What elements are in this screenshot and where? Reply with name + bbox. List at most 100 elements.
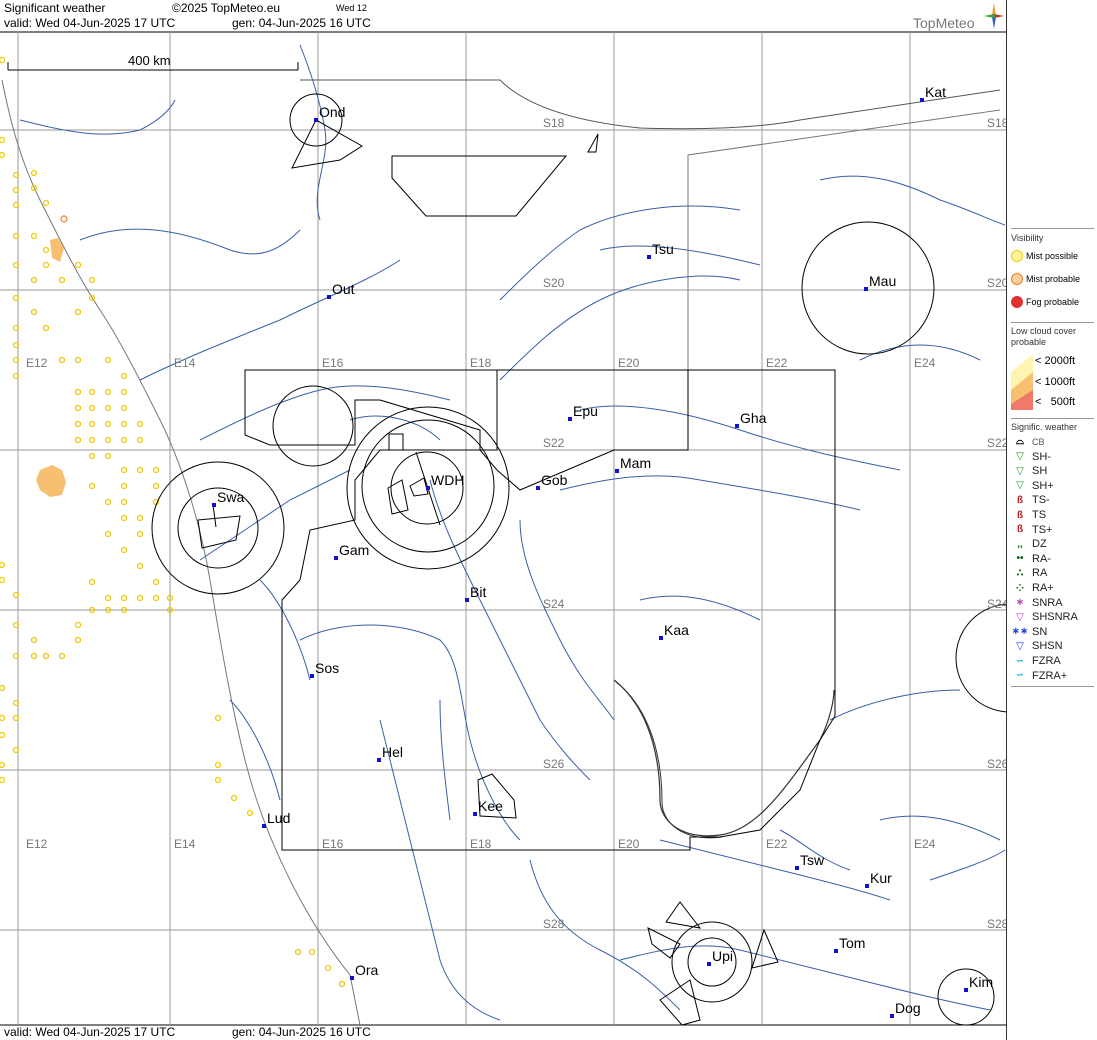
day-label: Wed 12 — [336, 3, 367, 13]
ts-icon: ß — [1016, 509, 1024, 521]
place-label: Swa — [217, 489, 244, 505]
place-marker-icon — [568, 417, 572, 421]
place-marker-icon — [327, 295, 331, 299]
mist-probable-label: Mist probable — [1026, 274, 1081, 284]
lc-500-label: < 500ft — [1035, 396, 1076, 408]
place-marker-icon — [795, 866, 799, 870]
place-kee[interactable]: Kee — [473, 798, 503, 816]
legend-panel: Visibility Mist possible Mist probable F… — [1006, 0, 1097, 1040]
place-marker-icon — [334, 556, 338, 560]
shsn-icon: ▽ — [1016, 640, 1024, 652]
legend-dz: ,, DZ — [1011, 538, 1046, 550]
legend-sh-minus: ▽ SH- — [1011, 451, 1051, 463]
place-label: Ora — [355, 962, 379, 978]
place-label: WDH — [431, 472, 464, 488]
place-label: Gha — [740, 410, 767, 426]
place-label: Bit — [470, 584, 486, 600]
place-kur[interactable]: Kur — [865, 870, 892, 888]
legend-label: SNRA — [1032, 596, 1063, 609]
legend-label: RA- — [1032, 552, 1051, 565]
lat-label: S28 — [987, 917, 1006, 931]
lon-label: E16 — [322, 356, 344, 370]
place-ora[interactable]: Ora — [350, 962, 379, 980]
place-label: Kat — [925, 84, 946, 100]
place-marker-icon — [864, 287, 868, 291]
place-marker-icon — [707, 962, 711, 966]
place-marker-icon — [473, 812, 477, 816]
lon-label: E24 — [914, 356, 936, 370]
place-label: Tom — [839, 935, 865, 951]
place-label: Kaa — [664, 622, 689, 638]
place-tsw[interactable]: Tsw — [795, 852, 825, 870]
legend-fog-probable: Fog probable — [1011, 296, 1079, 308]
place-kim[interactable]: Kim — [964, 974, 993, 992]
place-marker-icon — [920, 98, 924, 102]
place-marker-icon — [536, 486, 540, 490]
lon-label: E22 — [766, 837, 788, 851]
legend-label: RA+ — [1032, 582, 1054, 594]
place-marker-icon — [964, 988, 968, 992]
low-cloud-title: Low cloud cover probable — [1011, 326, 1077, 347]
lon-label: E14 — [174, 837, 196, 851]
lon-label: E16 — [322, 837, 344, 851]
place-kaa[interactable]: Kaa — [659, 622, 689, 640]
fzra-icon: ∽ — [1015, 655, 1025, 667]
place-marker-icon — [865, 884, 869, 888]
cb-icon: ⌓ — [1016, 436, 1024, 447]
place-marker-icon — [834, 949, 838, 953]
lc-1000-label: < 1000ft — [1035, 376, 1076, 388]
place-marker-icon — [890, 1014, 894, 1018]
place-ond[interactable]: Ond — [314, 104, 345, 122]
place-marker-icon — [465, 598, 469, 602]
legend-ts: ß TS — [1011, 509, 1046, 521]
place-mau[interactable]: Mau — [864, 273, 896, 291]
lat-label: S18 — [987, 116, 1006, 130]
place-gha[interactable]: Gha — [735, 410, 767, 428]
lat-label: S20 — [543, 276, 565, 290]
lon-label: E12 — [26, 356, 48, 370]
place-marker-icon — [262, 824, 266, 828]
legend-sn: ∗∗ SN — [1011, 626, 1048, 638]
legend-mist-probable: Mist probable — [1011, 273, 1080, 285]
weather-map[interactable]: 400 km E12 E14 E16 E18 E20 E22 E24 E12 E… — [0, 0, 1006, 1040]
place-marker-icon — [647, 255, 651, 259]
place-marker-icon — [377, 758, 381, 762]
ra-icon: ∴ — [1016, 567, 1024, 579]
sigwx-title: Signific. weather — [1011, 422, 1078, 432]
legend-label: FZRA+ — [1032, 669, 1068, 682]
place-gam[interactable]: Gam — [334, 542, 369, 560]
ra-plus-icon: ⁘ — [1015, 582, 1025, 594]
legend-ts-minus: ß TS- — [1011, 494, 1050, 506]
shsnra-icon: ▽ — [1016, 611, 1024, 623]
place-marker-icon — [615, 469, 619, 473]
place-swa[interactable]: Swa — [212, 489, 244, 507]
place-tsu[interactable]: Tsu — [647, 241, 674, 259]
ts-plus-icon: ß — [1016, 524, 1024, 536]
lon-label: E20 — [618, 837, 640, 851]
place-sos[interactable]: Sos — [310, 660, 339, 678]
place-label: Mau — [869, 273, 896, 289]
lc-2000-label: < 2000ft — [1035, 355, 1076, 367]
legend-sh-plus: ▽ SH+ — [1011, 480, 1054, 492]
place-dog[interactable]: Dog — [890, 1000, 921, 1018]
place-gob[interactable]: Gob — [536, 472, 568, 490]
place-wdh[interactable]: WDH — [426, 472, 464, 490]
place-label: Dog — [895, 1000, 921, 1016]
place-tom[interactable]: Tom — [834, 935, 865, 953]
place-out[interactable]: Out — [327, 281, 355, 299]
legend-cb: ⌓ CB — [1011, 436, 1044, 447]
place-label: Lud — [267, 810, 290, 826]
lat-label: S20 — [987, 276, 1006, 290]
place-label: Kee — [478, 798, 503, 814]
mist-possible-icon — [1011, 250, 1023, 262]
place-label: Mam — [620, 455, 651, 471]
place-label: Out — [332, 281, 355, 297]
place-marker-icon — [212, 503, 216, 507]
low-cloud-gradient-icon — [1011, 354, 1033, 410]
place-lud[interactable]: Lud — [262, 810, 290, 828]
place-label: Upi — [712, 948, 733, 964]
fog-probable-icon — [1011, 296, 1023, 308]
place-mam[interactable]: Mam — [615, 455, 651, 473]
lat-label: S24 — [987, 597, 1006, 611]
place-epu[interactable]: Epu — [568, 403, 598, 421]
